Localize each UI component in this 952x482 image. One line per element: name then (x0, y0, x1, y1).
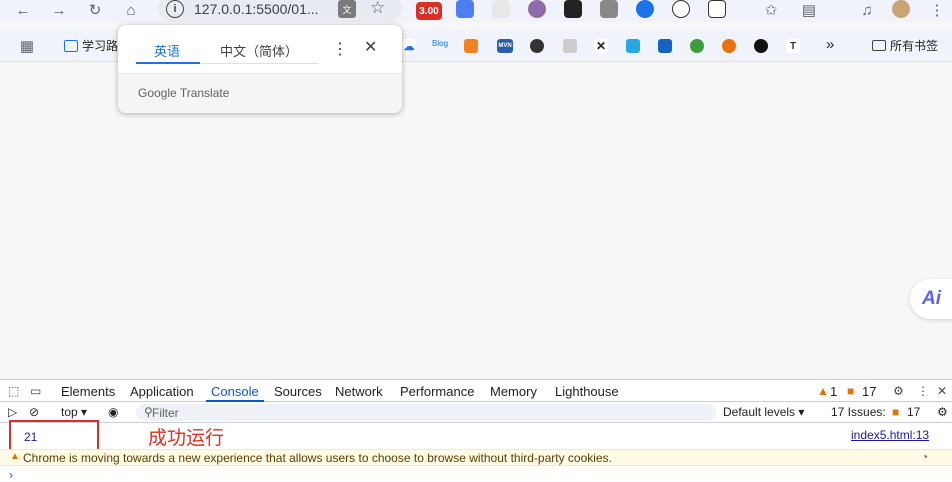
bookmark-study-label: 学习路 (82, 39, 119, 53)
live-expression-eye-icon[interactable]: ◉ (108, 405, 118, 419)
reading-list-icon[interactable]: ▤ (798, 0, 820, 20)
settings-gear-icon[interactable]: ⚙ (893, 384, 904, 398)
bookmark-t-icon[interactable]: T (786, 39, 800, 53)
issues-icon[interactable]: ■ (847, 384, 854, 398)
media-icon[interactable]: ♫ (856, 0, 878, 20)
profile-avatar[interactable] (892, 0, 910, 18)
warning-message: Chrome is moving towards a new experienc… (23, 451, 612, 465)
tab-sources[interactable]: Sources (274, 384, 322, 399)
bookmark-mvn-icon[interactable]: MVN (497, 39, 513, 53)
highlight-box (9, 420, 99, 451)
console-settings-icon[interactable]: ⚙ (937, 405, 948, 419)
bookmark-green-icon[interactable] (690, 39, 704, 53)
active-tab-indicator (136, 62, 200, 64)
bookmark-dark-icon[interactable] (530, 39, 544, 53)
cookie-icon[interactable]: ◔ (921, 450, 928, 464)
close-icon[interactable]: ✕ (364, 37, 377, 57)
console-log-row: 21 成功运行 index5.html:13 (0, 420, 952, 451)
clear-console-icon[interactable]: ⊘ (29, 405, 39, 419)
tab-track (200, 63, 318, 64)
tab-network[interactable]: Network (335, 384, 383, 399)
extension-code-icon[interactable] (672, 0, 690, 18)
filter-placeholder: ⚲ Filter (144, 405, 179, 420)
devtools-menu-icon[interactable]: ⋮ (917, 384, 929, 398)
bookmark-study[interactable]: 学习路 (64, 37, 118, 54)
extension-purple-icon[interactable] (528, 0, 546, 18)
warning-icon[interactable]: ▲ (817, 384, 829, 398)
tab-source-language[interactable]: 英语 (154, 41, 180, 60)
reload-icon[interactable]: ↻ (84, 0, 106, 20)
bookmark-code-icon[interactable] (658, 39, 672, 53)
bookmark-star-icon[interactable]: ☆ (370, 0, 385, 18)
browser-toolbar: ← → ↻ ⌂ i 127.0.0.1:5500/01... 文 ☆ 3.00 … (0, 0, 952, 22)
extension-camera-icon[interactable] (600, 0, 618, 18)
folder-icon (872, 40, 886, 51)
warning-triangle-icon: ▲ (10, 451, 20, 462)
annotation-text: 成功运行 (148, 428, 225, 449)
site-info-icon[interactable]: i (166, 0, 184, 18)
log-levels-dropdown[interactable]: Default levels ▾ (723, 405, 804, 419)
sidebar-toggle-icon[interactable]: ▷ (8, 405, 17, 419)
bookmark-bird-icon[interactable] (626, 39, 640, 53)
url-text[interactable]: 127.0.0.1:5500/01... (194, 1, 319, 17)
home-icon[interactable]: ⌂ (120, 0, 142, 20)
bookmark-tv-icon (64, 39, 78, 52)
tab-performance[interactable]: Performance (400, 384, 474, 399)
issues-label[interactable]: 17 Issues: (831, 405, 886, 419)
all-bookmarks-button[interactable]: 所有书签 (872, 37, 938, 54)
extension-translate-icon[interactable] (456, 0, 474, 18)
warning-count[interactable]: 1 (830, 384, 837, 399)
devtools-close-icon[interactable]: ✕ (937, 384, 947, 398)
tab-application[interactable]: Application (130, 384, 194, 399)
translate-icon[interactable]: 文 (338, 0, 356, 18)
apps-grid-icon[interactable]: ▦ (16, 36, 38, 56)
issues-badge-count[interactable]: 17 (907, 405, 920, 419)
back-arrow-icon[interactable]: ← (12, 0, 34, 20)
forward-arrow-icon[interactable]: → (48, 0, 70, 20)
extensions-puzzle-icon[interactable] (708, 0, 726, 18)
tab-memory[interactable]: Memory (490, 384, 537, 399)
log-value: 21 (24, 430, 38, 444)
tab-console[interactable]: Console (211, 384, 259, 399)
issues-badge-icon[interactable]: ■ (892, 405, 899, 419)
extension-blue-icon[interactable] (636, 0, 654, 18)
address-bar[interactable]: i 127.0.0.1:5500/01... 文 ☆ (158, 0, 402, 22)
bookmarks-manager-icon[interactable]: ✩ (760, 0, 782, 20)
bookmarks-overflow-button[interactable]: » (826, 36, 834, 53)
bookmark-cloudflare-icon[interactable] (464, 39, 478, 53)
extension-react-icon[interactable] (492, 0, 510, 18)
bookmark-cloud-icon[interactable]: ☁ (402, 39, 416, 53)
translate-popup: 英语 中文（简体） ⋮ ✕ Google Translate (118, 25, 402, 113)
chrome-menu-icon[interactable]: ⋮ (926, 0, 948, 20)
devtools-tabs: ⬚ ▭ Elements Application Console Sources… (0, 380, 952, 402)
bookmark-orange-icon[interactable] (722, 39, 736, 53)
bookmark-black-icon[interactable] (754, 39, 768, 53)
ai-assistant-button[interactable]: Ai (910, 279, 952, 319)
cookie-warning-row: ▲ Chrome is moving towards a new experie… (0, 449, 952, 466)
more-options-icon[interactable]: ⋮ (332, 39, 348, 59)
tab-target-language[interactable]: 中文（简体） (220, 41, 298, 60)
extension-badge-icon[interactable]: 3.00 (416, 2, 442, 20)
all-bookmarks-label: 所有书签 (890, 39, 939, 53)
extension-notion-icon[interactable] (564, 0, 582, 18)
filter-input[interactable]: ⚲ Filter (136, 404, 716, 421)
console-toolbar: ▷ ⊘ top ▾ ◉ ⚲ Filter Default levels ▾ 17… (0, 402, 952, 423)
google-translate-label: Google Translate (138, 86, 230, 100)
bookmark-x-icon[interactable]: ✕ (594, 39, 608, 53)
tab-elements[interactable]: Elements (61, 384, 115, 399)
tab-lighthouse[interactable]: Lighthouse (555, 384, 619, 399)
bookmark-grey-icon[interactable] (563, 39, 577, 53)
context-selector[interactable]: top ▾ (61, 405, 87, 419)
translate-footer: Google Translate (118, 73, 402, 113)
device-toggle-icon[interactable]: ▭ (30, 384, 41, 398)
devtools-panel: ⬚ ▭ Elements Application Console Sources… (0, 379, 952, 482)
log-source-link[interactable]: index5.html:13 (851, 428, 929, 442)
bookmark-blog[interactable]: Blog (432, 39, 448, 48)
ai-label: Ai (922, 288, 941, 309)
console-prompt[interactable]: › (9, 468, 13, 482)
issue-count[interactable]: 17 (862, 384, 876, 399)
inspect-element-icon[interactable]: ⬚ (8, 384, 19, 398)
